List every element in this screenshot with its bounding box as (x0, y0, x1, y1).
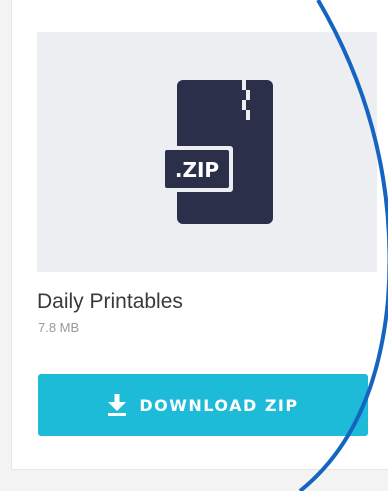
zip-file-icon: .ZIP (161, 80, 273, 224)
download-page: .ZIP Daily Printables 7.8 MB DOWNLOAD ZI… (0, 0, 388, 491)
download-button-label: DOWNLOAD ZIP (139, 395, 299, 415)
file-size: 7.8 MB (38, 320, 80, 335)
download-zip-button[interactable]: DOWNLOAD ZIP (38, 374, 368, 436)
file-thumbnail: .ZIP (37, 32, 377, 272)
download-icon (107, 394, 127, 416)
file-card: .ZIP Daily Printables 7.8 MB DOWNLOAD ZI… (11, 0, 388, 470)
zip-badge-text: .ZIP (175, 158, 219, 182)
file-title: Daily Printables (37, 290, 183, 313)
